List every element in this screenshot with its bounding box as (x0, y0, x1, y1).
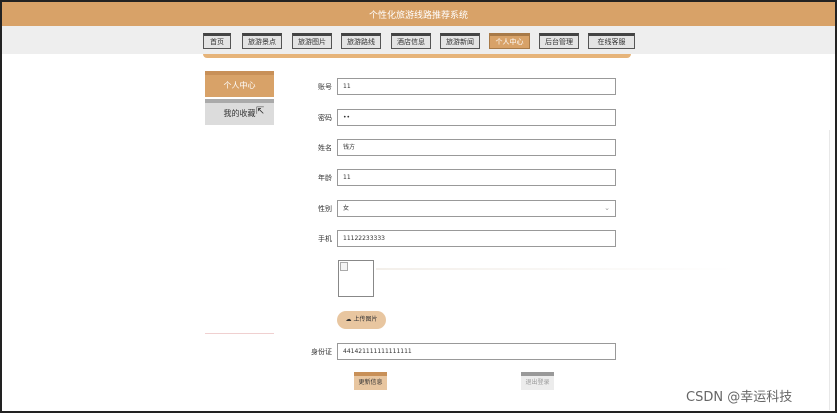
age-field[interactable]: 11 (337, 169, 616, 186)
account-field[interactable]: 11 (337, 78, 616, 95)
gender-value: 女 (343, 205, 350, 212)
nav-item-home[interactable]: 首页 (203, 33, 231, 49)
gender-label: 性别 (318, 205, 332, 213)
upload-image-button[interactable]: ☁ 上传图片 (337, 311, 386, 329)
name-field[interactable]: 钱方 (337, 139, 616, 156)
chevron-down-icon: ⌄ (604, 204, 610, 212)
sidebar-divider (205, 333, 274, 334)
main-nav: 首页 旅游景点 旅游图片 旅游路线 酒店信息 旅游新闻 个人中心 后台管理 在线… (2, 26, 835, 54)
age-label: 年龄 (318, 174, 332, 182)
upload-image-label: 上传图片 (353, 316, 378, 323)
cloud-upload-icon: ☁ (345, 316, 352, 323)
name-label: 姓名 (318, 144, 332, 152)
nav-item-news[interactable]: 旅游新闻 (440, 33, 480, 49)
nav-accent-bar (203, 54, 631, 58)
id-card-field[interactable]: 441421111111111111 (337, 343, 616, 360)
mouse-cursor-icon: ⇱ (256, 106, 265, 117)
nav-item-photos[interactable]: 旅游图片 (292, 33, 332, 49)
logout-button[interactable]: 退出登录 (521, 372, 554, 390)
nav-item-hotels[interactable]: 酒店信息 (391, 33, 431, 49)
site-title: 个性化旅游线路推荐系统 (368, 11, 468, 21)
nav-item-support[interactable]: 在线客服 (588, 33, 635, 49)
header-bar: 个性化旅游线路推荐系统 (2, 2, 835, 26)
avatar-image-preview (338, 260, 374, 297)
watermark: CSDN @幸运科技 (686, 390, 793, 405)
nav-item-attractions[interactable]: 旅游景点 (242, 33, 282, 49)
gender-select[interactable]: 女 ⌄ (337, 200, 616, 217)
nav-item-admin[interactable]: 后台管理 (539, 33, 579, 49)
sidebar-item-personal-center[interactable]: 个人中心 (205, 71, 274, 97)
nav-item-routes[interactable]: 旅游路线 (341, 33, 381, 49)
update-info-button[interactable]: 更新信息 (354, 372, 387, 390)
account-label: 账号 (318, 83, 332, 91)
nav-item-personal-center[interactable]: 个人中心 (489, 33, 530, 49)
broken-image-icon (340, 262, 348, 271)
id-card-label: 身份证 (311, 348, 332, 356)
image-divider (376, 268, 736, 270)
phone-field[interactable]: 11122233333 (337, 230, 616, 247)
password-field[interactable]: •• (337, 109, 616, 126)
phone-label: 手机 (318, 235, 332, 243)
scrollbar[interactable] (829, 130, 835, 410)
password-label: 密码 (318, 114, 332, 122)
